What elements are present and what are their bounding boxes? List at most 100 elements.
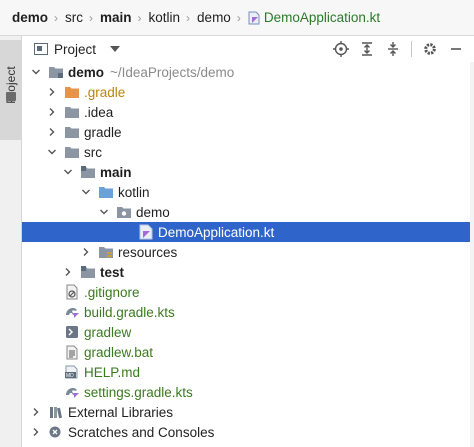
tree-row-build-gradle[interactable]: build.gradle.kts bbox=[22, 302, 474, 322]
expand-all-icon[interactable] bbox=[357, 39, 377, 59]
toolbar-divider bbox=[411, 41, 412, 57]
chevron-right-icon[interactable] bbox=[30, 426, 42, 438]
tree-label: .gitignore bbox=[84, 284, 140, 300]
tree-row-help-md[interactable]: MD HELP.md bbox=[22, 362, 474, 382]
breadcrumb-item-main[interactable]: main bbox=[100, 10, 132, 25]
chevron-right-icon[interactable] bbox=[46, 126, 58, 138]
source-set-folder-icon bbox=[80, 264, 96, 280]
tree-label: External Libraries bbox=[68, 404, 174, 420]
tree-label: test bbox=[100, 264, 125, 280]
breadcrumb-item-demo[interactable]: demo bbox=[12, 10, 48, 25]
folder-icon bbox=[64, 84, 80, 100]
chevron-right-icon[interactable] bbox=[46, 86, 58, 98]
breadcrumb: demo › src › main › kotlin › demo › Demo… bbox=[0, 0, 474, 36]
source-root-folder-icon bbox=[98, 184, 114, 200]
tree-label: gradlew.bat bbox=[84, 344, 154, 360]
tree-row-gradle-hidden[interactable]: .gradle bbox=[22, 82, 474, 102]
chevron-down-icon[interactable] bbox=[62, 166, 74, 178]
module-folder-icon bbox=[48, 64, 64, 80]
breadcrumb-item-demo-application[interactable]: DemoApplication.kt bbox=[248, 10, 380, 25]
locate-icon[interactable] bbox=[331, 39, 351, 59]
tree-row-idea[interactable]: .idea bbox=[22, 102, 474, 122]
package-icon bbox=[116, 204, 132, 220]
tool-window-strip: Project bbox=[0, 36, 22, 447]
kotlin-file-icon bbox=[248, 11, 260, 24]
folder-icon bbox=[64, 144, 80, 160]
source-set-folder-icon bbox=[80, 164, 96, 180]
tree-label: .gradle bbox=[84, 84, 126, 100]
project-view-title[interactable]: Project bbox=[54, 42, 96, 57]
tree-row-main[interactable]: main bbox=[22, 162, 474, 182]
project-toolbar: Project bbox=[22, 36, 474, 62]
tree-row-demo-application[interactable]: DemoApplication.kt bbox=[22, 222, 474, 242]
tree-row-settings-gradle[interactable]: settings.gradle.kts bbox=[22, 382, 474, 402]
folder-icon bbox=[64, 104, 80, 120]
resources-folder-icon bbox=[98, 244, 114, 260]
minimize-icon[interactable] bbox=[446, 39, 466, 59]
tree-row-gradle[interactable]: gradle bbox=[22, 122, 474, 142]
tree-row-demo-root[interactable]: demo ~/IdeaProjects/demo bbox=[22, 62, 474, 82]
chevron-down-icon[interactable] bbox=[110, 46, 121, 52]
tree-row-gradlew[interactable]: gradlew bbox=[22, 322, 474, 342]
tree-label: kotlin bbox=[118, 184, 150, 200]
shell-script-icon bbox=[64, 324, 80, 340]
chevron-down-icon[interactable] bbox=[80, 186, 92, 198]
tree-label: main bbox=[100, 164, 132, 180]
breadcrumb-item-demo-package[interactable]: demo bbox=[197, 10, 231, 25]
project-tool-window-tab[interactable]: Project bbox=[0, 40, 22, 140]
tree-label: settings.gradle.kts bbox=[84, 384, 193, 400]
chevron-right-icon: › bbox=[137, 10, 142, 25]
library-icon bbox=[48, 404, 64, 420]
chevron-right-icon[interactable] bbox=[46, 106, 58, 118]
breadcrumb-item-src[interactable]: src bbox=[65, 10, 83, 25]
chevron-right-icon[interactable] bbox=[80, 246, 92, 258]
tree-row-resources[interactable]: resources bbox=[22, 242, 474, 262]
tree-label: build.gradle.kts bbox=[84, 304, 175, 320]
text-file-icon bbox=[64, 344, 80, 360]
chevron-down-icon[interactable] bbox=[30, 66, 42, 78]
gradle-file-icon bbox=[64, 304, 80, 320]
tree-row-test[interactable]: test bbox=[22, 262, 474, 282]
tree-row-src[interactable]: src bbox=[22, 142, 474, 162]
tree-row-kotlin[interactable]: kotlin bbox=[22, 182, 474, 202]
tree-label: gradle bbox=[84, 124, 122, 140]
folder-icon bbox=[64, 124, 80, 140]
scrollbar-track[interactable] bbox=[470, 62, 474, 447]
tree-row-external-libraries[interactable]: External Libraries bbox=[22, 402, 474, 422]
chevron-right-icon: › bbox=[186, 10, 191, 25]
project-tab-label: Project bbox=[4, 66, 18, 104]
tree-row-gradlew-bat[interactable]: gradlew.bat bbox=[22, 342, 474, 362]
collapse-all-icon[interactable] bbox=[383, 39, 403, 59]
chevron-right-icon[interactable] bbox=[62, 266, 74, 278]
tree-label: Scratches and Consoles bbox=[68, 424, 215, 440]
kotlin-file-icon bbox=[138, 224, 154, 240]
markdown-file-icon: MD bbox=[64, 364, 80, 380]
tree-row-demo-package[interactable]: demo bbox=[22, 202, 474, 222]
chevron-right-icon[interactable] bbox=[30, 406, 42, 418]
scratches-icon bbox=[48, 424, 64, 440]
tree-label: DemoApplication.kt bbox=[158, 224, 275, 240]
tree-row-scratches[interactable]: Scratches and Consoles bbox=[22, 422, 474, 442]
tree-label: src bbox=[84, 144, 102, 160]
tree-label: demo bbox=[68, 64, 105, 80]
gear-icon[interactable] bbox=[420, 39, 440, 59]
project-tree: demo ~/IdeaProjects/demo .gradle .idea g… bbox=[22, 62, 474, 442]
folder-icon bbox=[6, 92, 16, 101]
tree-label: HELP.md bbox=[84, 364, 141, 380]
tree-label: .idea bbox=[84, 104, 114, 120]
tree-label: demo bbox=[136, 204, 170, 220]
gradle-file-icon bbox=[64, 384, 80, 400]
ignore-file-icon bbox=[64, 284, 80, 300]
chevron-right-icon: › bbox=[54, 10, 59, 25]
chevron-right-icon: › bbox=[89, 10, 94, 25]
chevron-right-icon: › bbox=[236, 10, 241, 25]
chevron-down-icon[interactable] bbox=[98, 206, 110, 218]
breadcrumb-item-kotlin[interactable]: kotlin bbox=[149, 10, 181, 25]
chevron-down-icon[interactable] bbox=[46, 146, 58, 158]
tree-label: resources bbox=[118, 244, 178, 260]
svg-text:MD: MD bbox=[66, 373, 74, 379]
project-view-icon bbox=[34, 43, 48, 55]
tree-label: gradlew bbox=[84, 324, 132, 340]
tree-row-gitignore[interactable]: .gitignore bbox=[22, 282, 474, 302]
tree-path: ~/IdeaProjects/demo bbox=[110, 64, 235, 80]
